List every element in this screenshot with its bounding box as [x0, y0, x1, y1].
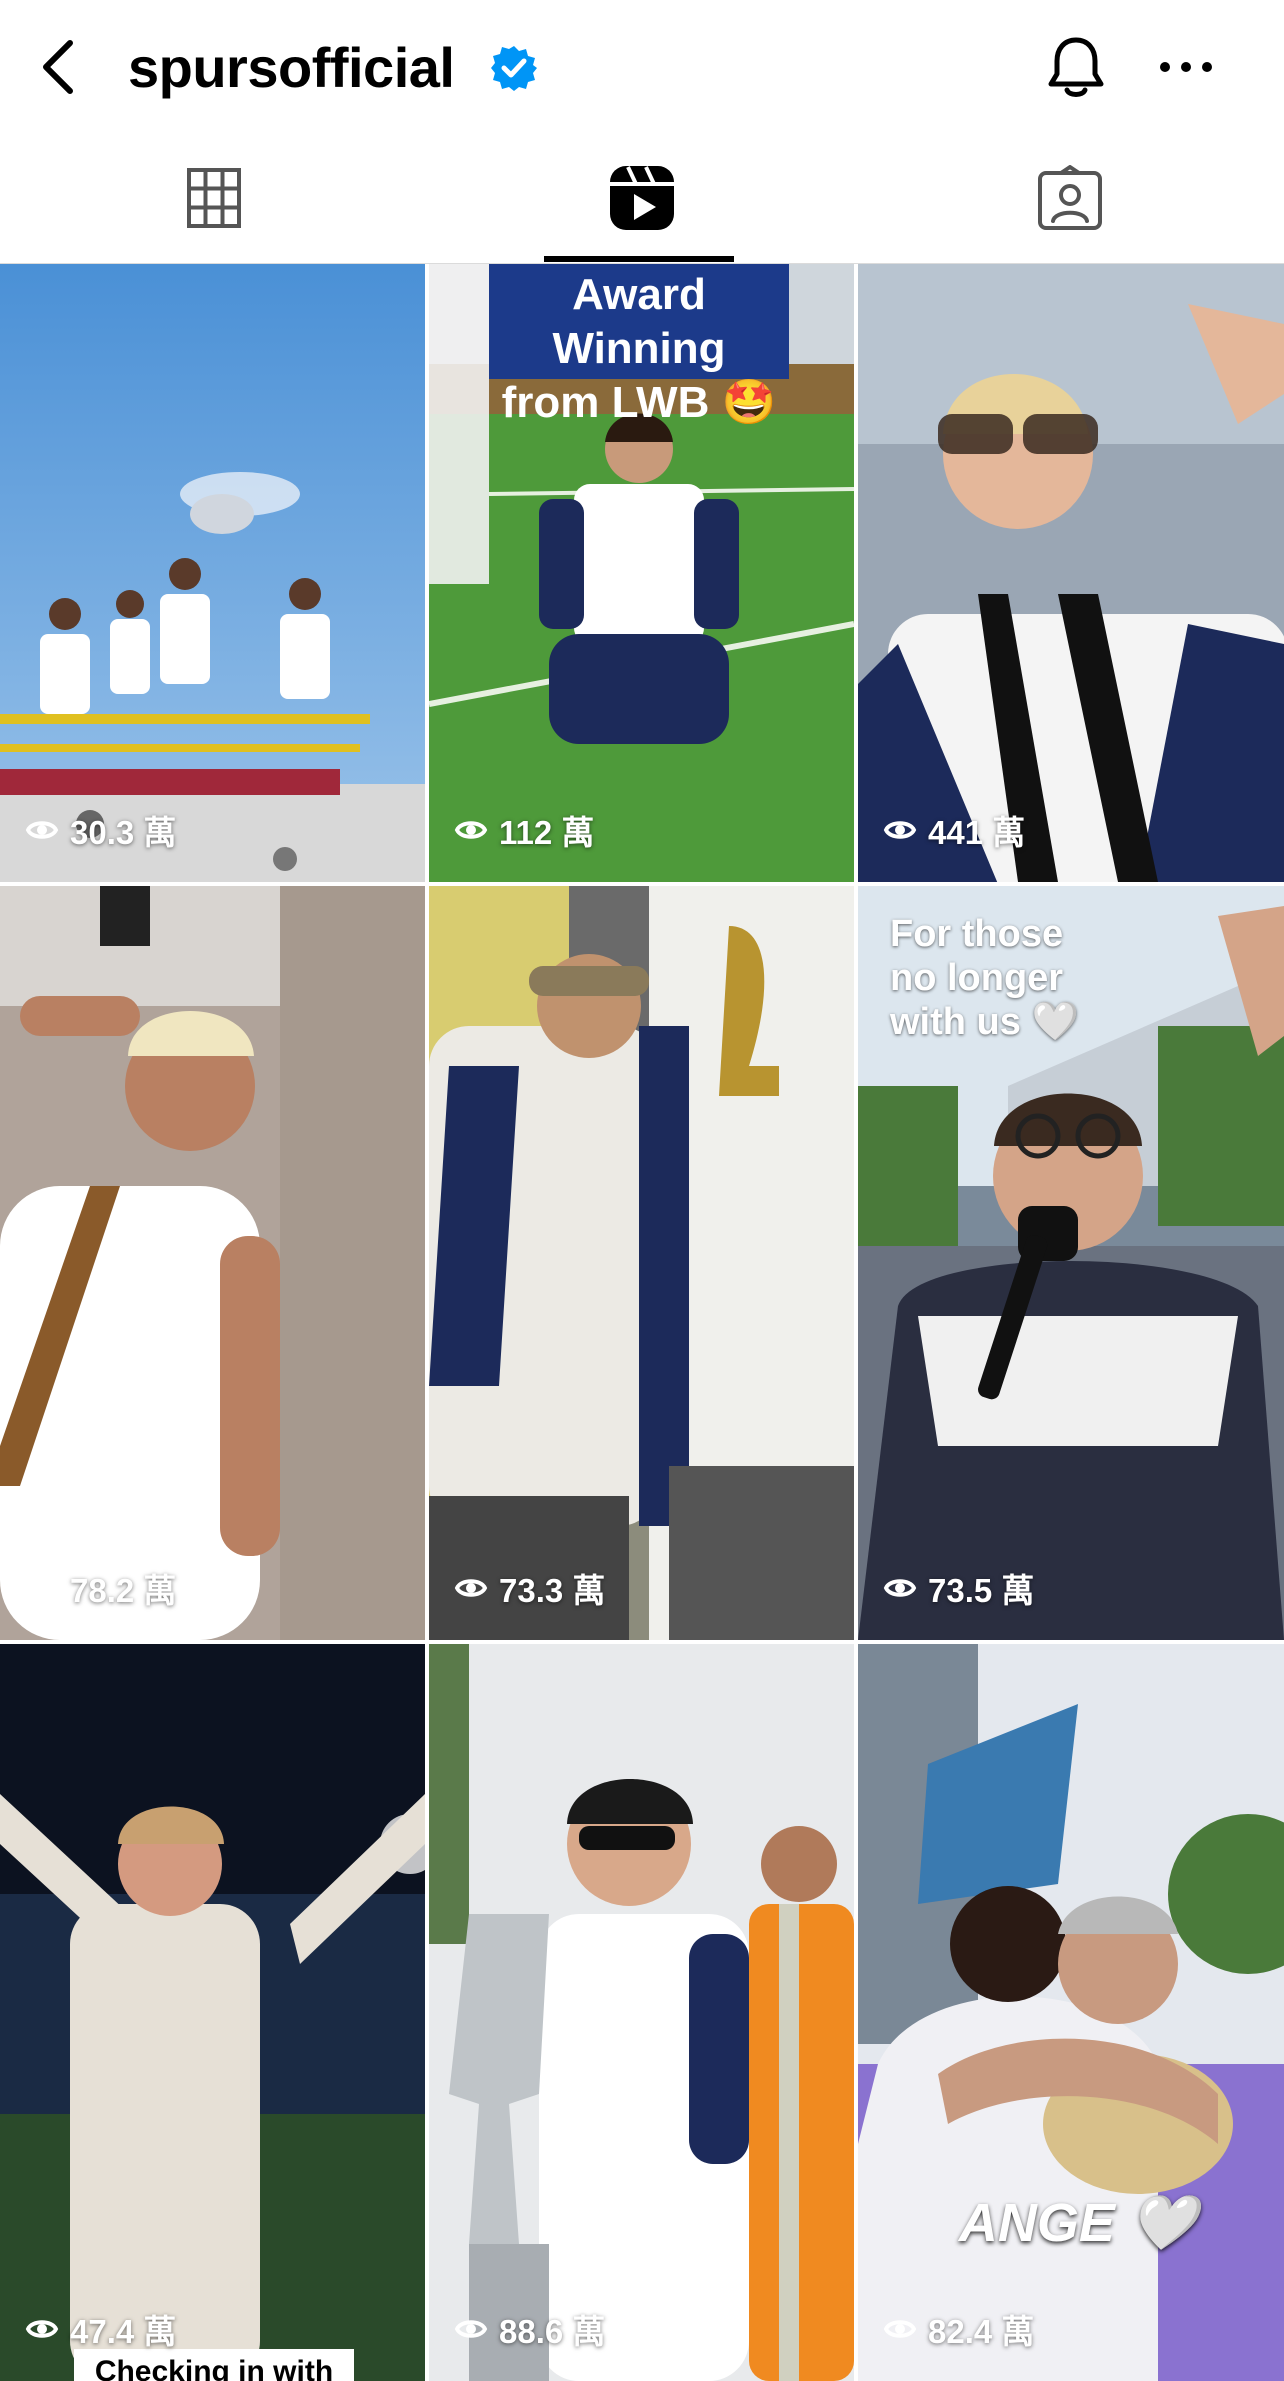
reel-tile[interactable]: Checking in with Josh & Jamie! 🤝 47.4 萬 [0, 1644, 425, 2381]
active-tab-indicator [544, 256, 734, 262]
reel-tile[interactable]: Award Winning from LWB 🤩 112 萬 [429, 264, 854, 882]
play-count-icon [25, 1579, 59, 1597]
back-button[interactable] [28, 30, 88, 104]
view-count: 73.3 萬 [453, 1564, 605, 1612]
reel-caption: Award Winning from LWB 🤩 [501, 270, 777, 427]
tagged-icon [1038, 165, 1102, 230]
play-count-icon [883, 1579, 917, 1597]
back-arrow-icon [43, 40, 73, 94]
more-options-button[interactable] [1150, 30, 1222, 104]
reel-caption: Checking in with Josh & Jamie! 🤝 [74, 2349, 354, 2381]
verified-badge-icon [491, 46, 537, 91]
reels-icon [610, 166, 674, 230]
profile-username: spursofficial [128, 35, 455, 99]
reel-thumbnail [0, 886, 425, 1640]
profile-header: spursofficial [0, 0, 1284, 132]
view-count: 47.4 萬 [24, 2305, 176, 2353]
bell-icon [1048, 37, 1104, 97]
view-count: 112 萬 [453, 806, 594, 854]
tab-tagged[interactable] [856, 132, 1284, 264]
more-icon [1160, 62, 1212, 72]
reel-thumbnail [0, 1644, 425, 2381]
reel-tile[interactable]: 441 萬 [858, 264, 1284, 882]
play-count-icon [883, 821, 917, 839]
grid-icon [187, 168, 241, 228]
reel-tile[interactable]: For those no longer with us 🤍 73.5 萬 [858, 886, 1284, 1640]
view-count: 82.4 萬 [882, 2305, 1034, 2353]
reel-caption: For those no longer with us 🤍 [890, 913, 1079, 1043]
play-count-icon [883, 2320, 917, 2338]
view-count: 78.2 萬 [24, 1564, 176, 1612]
reel-thumbnail [858, 264, 1284, 882]
reel-thumbnail [858, 1644, 1284, 2381]
tab-reels[interactable] [428, 132, 856, 264]
play-count-icon [454, 821, 488, 839]
play-count-icon [454, 2320, 488, 2338]
view-count: 88.6 萬 [453, 2305, 605, 2353]
reel-tile[interactable]: 88.6 萬 [429, 1644, 854, 2381]
view-count: 30.3 萬 [24, 806, 176, 854]
reel-tile[interactable]: 78.2 萬 [0, 886, 425, 1640]
reels-grid: 30.3 萬 Award Winning from LWB 🤩 112 萬 44… [0, 264, 1284, 2381]
play-count-icon [25, 2320, 59, 2338]
view-count: 441 萬 [882, 806, 1025, 854]
reel-thumbnail [429, 1644, 854, 2381]
reel-thumbnail [429, 886, 854, 1640]
reel-thumbnail [0, 264, 425, 882]
reel-tile[interactable]: ANGE 🤍 82.4 萬 [858, 1644, 1284, 2381]
notifications-button[interactable] [1040, 30, 1112, 104]
reel-tile[interactable]: 30.3 萬 [0, 264, 425, 882]
reel-tile[interactable]: 73.3 萬 [429, 886, 854, 1640]
play-count-icon [25, 821, 59, 839]
play-count-icon [454, 1579, 488, 1597]
tab-grid[interactable] [0, 132, 428, 264]
profile-tabs [0, 132, 1284, 264]
view-count: 73.5 萬 [882, 1564, 1034, 1612]
reel-caption: ANGE 🤍 [958, 2193, 1198, 2253]
